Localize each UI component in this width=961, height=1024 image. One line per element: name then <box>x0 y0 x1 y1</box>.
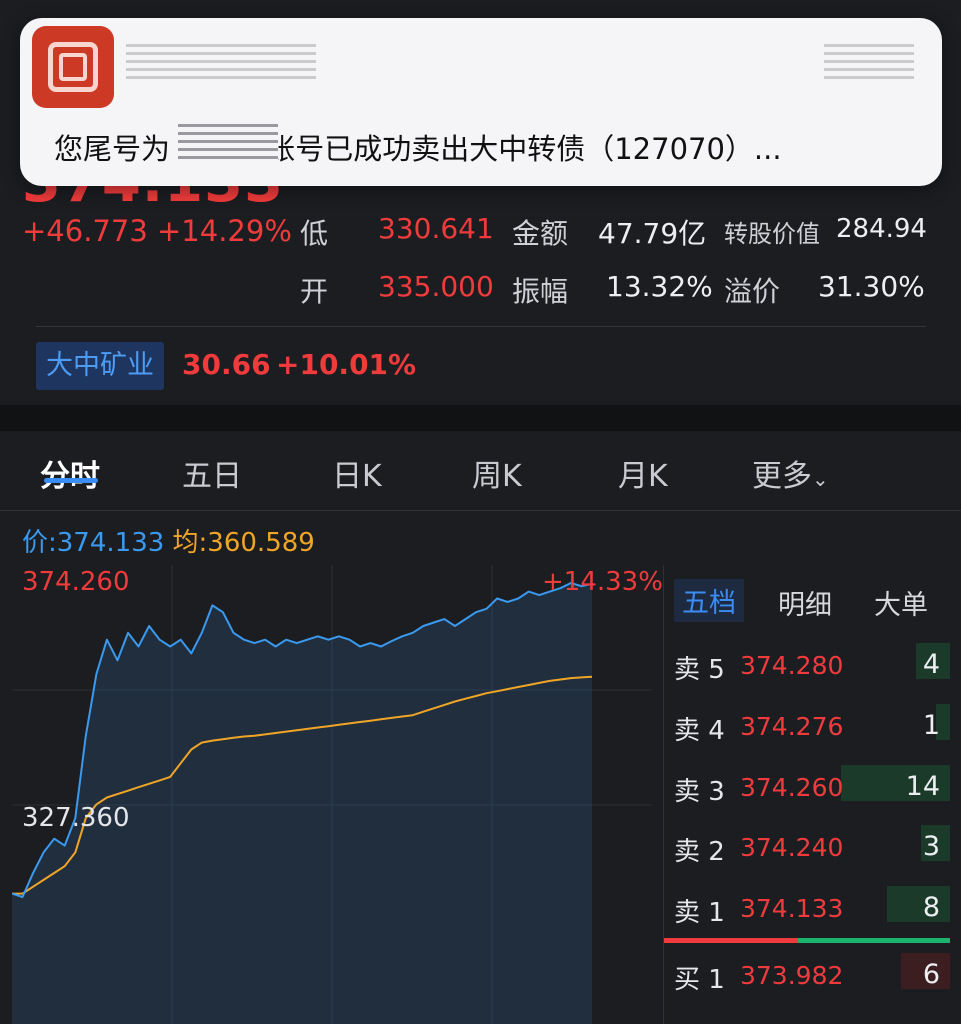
open-value: 335.000 <box>378 270 494 303</box>
intraday-chart[interactable] <box>12 565 652 1024</box>
tab-large-orders[interactable]: 大单 <box>874 583 928 622</box>
tab-weekly-k[interactable]: 周K <box>472 451 522 495</box>
order-book-row: 卖 1 374.133 8 <box>664 878 950 938</box>
tab-intraday[interactable]: 分时 <box>40 451 100 495</box>
open-label: 开 <box>300 275 329 308</box>
notification-time-redacted <box>824 44 914 84</box>
underlying-price: 30.66 <box>182 348 271 381</box>
order-book-row: 卖 2 374.240 3 <box>664 817 950 877</box>
order-side-label: 卖 5 <box>674 655 725 685</box>
order-quantity: 4 <box>922 649 940 680</box>
premium-value: 31.30% <box>818 270 925 303</box>
order-book-row: 卖 5 374.280 4 <box>664 635 950 695</box>
intraday-chart-svg <box>12 565 652 1024</box>
amount-value: 47.79亿 <box>598 217 707 250</box>
order-side-label: 卖 1 <box>674 898 725 928</box>
order-price: 374.276 <box>740 712 844 741</box>
order-book-row: 卖 3 374.260 14 <box>664 757 950 817</box>
active-tab-indicator <box>44 478 98 483</box>
bank-app-icon-inner <box>59 53 87 81</box>
notification-message: 您尾号为 的资金账号已成功卖出大中转债（127070）... <box>54 132 782 166</box>
amplitude-value: 13.32% <box>606 270 713 303</box>
chart-legend: 价:374.133 均:360.589 <box>22 522 315 559</box>
tab-more[interactable]: 更多⌄ <box>752 451 829 495</box>
legend-price: 价:374.133 <box>22 528 165 558</box>
tab-five-day[interactable]: 五日 <box>182 451 242 495</box>
order-quantity: 8 <box>922 892 940 923</box>
order-price: 374.280 <box>740 651 844 680</box>
volume-bar <box>887 886 950 922</box>
tab-five-levels[interactable]: 五档 <box>674 579 744 622</box>
order-quantity: 1 <box>922 710 940 741</box>
bid-ratio-segment <box>798 938 950 943</box>
divider <box>0 510 961 511</box>
premium-label: 溢价 <box>724 275 781 308</box>
legend-avg: 均:360.589 <box>172 528 315 558</box>
underlying-change-pct: +10.01% <box>276 348 417 381</box>
push-notification[interactable]: 您尾号为 的资金账号已成功卖出大中转债（127070）... <box>20 18 942 186</box>
bank-app-icon <box>32 26 114 108</box>
order-side-label: 买 1 <box>674 965 725 995</box>
account-number-redacted <box>178 124 278 164</box>
order-side-label: 卖 3 <box>674 777 725 807</box>
order-side-label: 卖 2 <box>674 837 725 867</box>
price-change-row: +46.773 +14.29% <box>22 214 292 248</box>
order-quantity: 6 <box>922 959 940 990</box>
order-quantity: 14 <box>905 771 940 802</box>
low-value: 330.641 <box>378 212 494 245</box>
notification-app-name-redacted <box>126 44 316 84</box>
y-axis-high-pct-label: +14.33% <box>542 567 663 597</box>
ask-ratio-segment <box>664 938 798 943</box>
order-book: 五档 明细 大单 卖 5 374.280 4 卖 4 374.276 1 卖 3 374.26… <box>663 565 950 1024</box>
order-price: 373.982 <box>740 961 844 990</box>
order-price: 374.260 <box>740 773 844 802</box>
chart-period-tabs: 分时 五日 日K 周K 月K 更多⌄ <box>0 431 961 511</box>
tab-details[interactable]: 明细 <box>778 583 832 622</box>
chevron-down-icon: ⌄ <box>812 467 829 491</box>
y-axis-high-label: 374.260 <box>22 567 130 597</box>
conversion-value-label: 转股价值 <box>724 220 820 248</box>
tab-monthly-k[interactable]: 月K <box>618 451 668 495</box>
divider <box>36 326 926 327</box>
order-price: 374.240 <box>740 833 844 862</box>
price-change-pct: +14.29% <box>157 214 292 248</box>
conversion-value: 284.94 <box>836 214 927 244</box>
price-change: +46.773 <box>22 214 148 248</box>
tab-more-label: 更多 <box>752 459 812 494</box>
tab-daily-k[interactable]: 日K <box>332 451 382 495</box>
amplitude-label: 振幅 <box>512 275 569 308</box>
low-label: 低 <box>300 217 329 250</box>
order-side-label: 卖 4 <box>674 716 725 746</box>
amount-label: 金额 <box>512 217 569 250</box>
section-gap <box>0 405 961 431</box>
underlying-stock-link[interactable]: 大中矿业 <box>36 342 164 390</box>
order-price: 374.133 <box>740 894 844 923</box>
order-book-row: 卖 4 374.276 1 <box>664 696 950 756</box>
order-quantity: 3 <box>922 831 940 862</box>
order-book-row: 买 1 373.982 6 <box>664 945 950 1005</box>
bid-ask-ratio-bar <box>664 938 950 943</box>
y-axis-low-label: 327.360 <box>22 803 130 833</box>
